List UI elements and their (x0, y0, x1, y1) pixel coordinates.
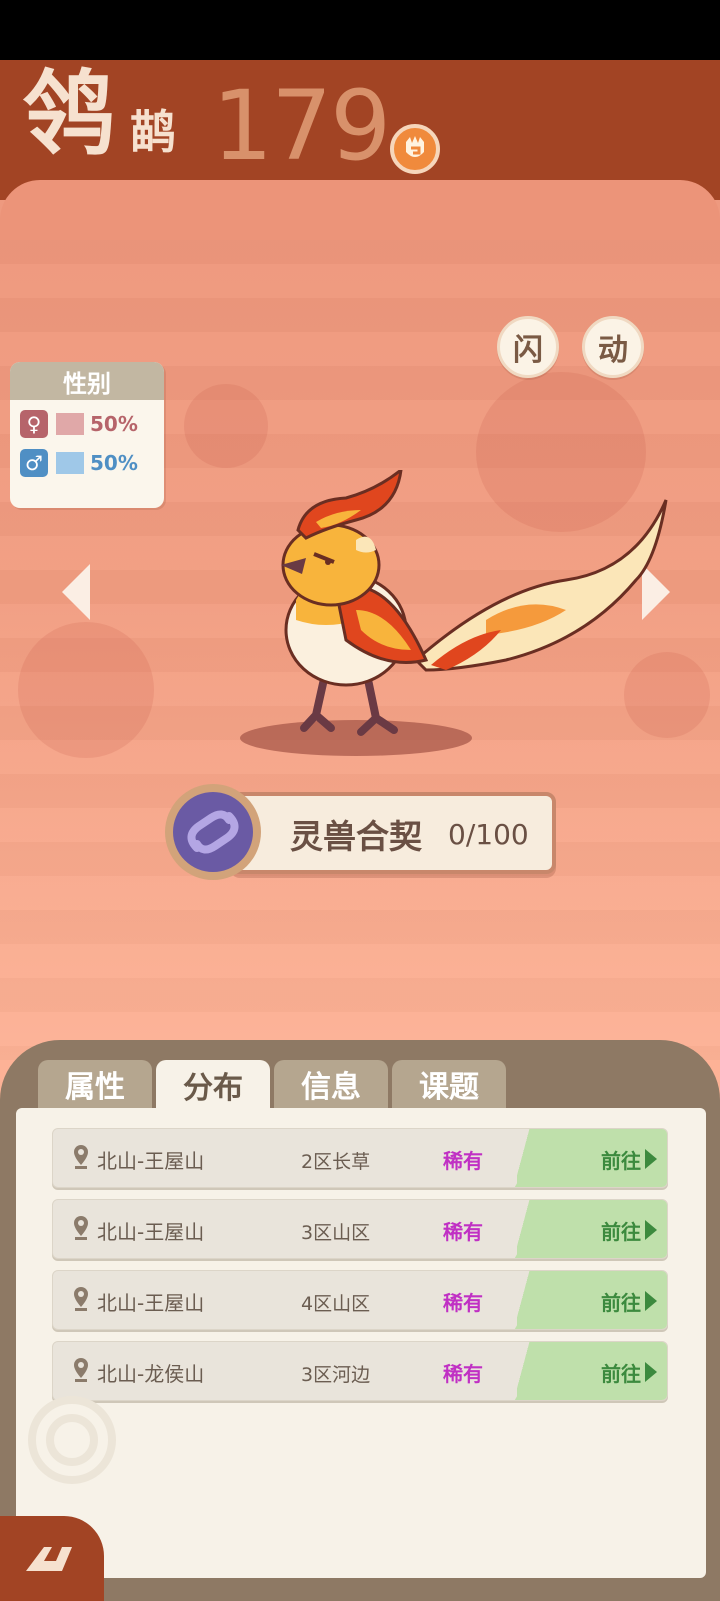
go-button[interactable]: 前往 (601, 1216, 641, 1245)
rarity-label: 稀有 (443, 1149, 483, 1173)
play-arrow-icon[interactable] (645, 1291, 657, 1311)
location-zone: 2区长草 (301, 1151, 371, 1173)
contract-button[interactable]: 灵兽合契 0/100 (230, 792, 556, 874)
dex-number: 179 (212, 70, 391, 182)
previous-arrow-icon[interactable] (62, 564, 90, 620)
tab-tasks[interactable]: 课题 (392, 1060, 506, 1108)
rarity-label: 稀有 (443, 1291, 483, 1315)
location-pin-icon (74, 1287, 88, 1311)
location-row: 北山-王屋山 3区山区 稀有 前往 (52, 1199, 668, 1259)
fire-type-icon (390, 124, 440, 174)
go-button[interactable]: 前往 (601, 1287, 641, 1316)
back-button[interactable] (0, 1516, 104, 1601)
tab-distribution[interactable]: 分布 (156, 1060, 270, 1110)
gender-card: 性别 ♀ 50% ♂ 50% (10, 362, 164, 508)
shiny-toggle-button[interactable]: 闪 (497, 316, 559, 378)
location-place: 北山-王屋山 (97, 1149, 205, 1173)
contract-count: 0/100 (448, 818, 529, 851)
female-icon: ♀ (20, 410, 48, 438)
rarity-label: 稀有 (443, 1362, 483, 1386)
header-curve (0, 180, 720, 240)
play-arrow-icon[interactable] (645, 1220, 657, 1240)
background-emblem (184, 384, 268, 468)
creature-illustration (240, 470, 668, 756)
location-pin-icon (74, 1145, 88, 1169)
location-zone: 3区山区 (301, 1222, 371, 1244)
male-bar (56, 452, 84, 474)
creature-name-second: 鹋 (130, 105, 176, 159)
location-place: 北山-王屋山 (97, 1220, 205, 1244)
location-row: 北山-龙侯山 3区河边 稀有 前往 (52, 1341, 668, 1401)
location-place: 北山-王屋山 (97, 1291, 205, 1315)
play-arrow-icon[interactable] (645, 1362, 657, 1382)
back-icon (26, 1546, 72, 1571)
rarity-label: 稀有 (443, 1220, 483, 1244)
creature-name-first: 鸰 (22, 60, 115, 168)
decorative-swirl (28, 1396, 116, 1484)
location-pin-icon (74, 1358, 88, 1382)
background-emblem (18, 622, 154, 758)
tab-info[interactable]: 信息 (274, 1060, 388, 1108)
gender-male-row: ♂ 50% (10, 445, 164, 481)
contract-label: 灵兽合契 (290, 817, 422, 856)
location-zone: 3区河边 (301, 1364, 371, 1386)
location-pin-icon (74, 1216, 88, 1240)
gender-female-row: ♀ 50% (10, 406, 164, 442)
gender-title: 性别 (10, 362, 164, 400)
female-bar (56, 413, 84, 435)
tab-attributes[interactable]: 属性 (38, 1060, 152, 1108)
go-button[interactable]: 前往 (601, 1145, 641, 1174)
male-percent: 50% (90, 451, 138, 475)
female-percent: 50% (90, 412, 138, 436)
play-arrow-icon[interactable] (645, 1149, 657, 1169)
contract-chain-icon (165, 784, 261, 880)
location-zone: 4区山区 (301, 1293, 371, 1315)
male-icon: ♂ (20, 449, 48, 477)
location-row: 北山-王屋山 2区长草 稀有 前往 (52, 1128, 668, 1188)
status-bar (0, 0, 720, 60)
go-button[interactable]: 前往 (601, 1358, 641, 1387)
animate-toggle-button[interactable]: 动 (582, 316, 644, 378)
location-row: 北山-王屋山 4区山区 稀有 前往 (52, 1270, 668, 1330)
